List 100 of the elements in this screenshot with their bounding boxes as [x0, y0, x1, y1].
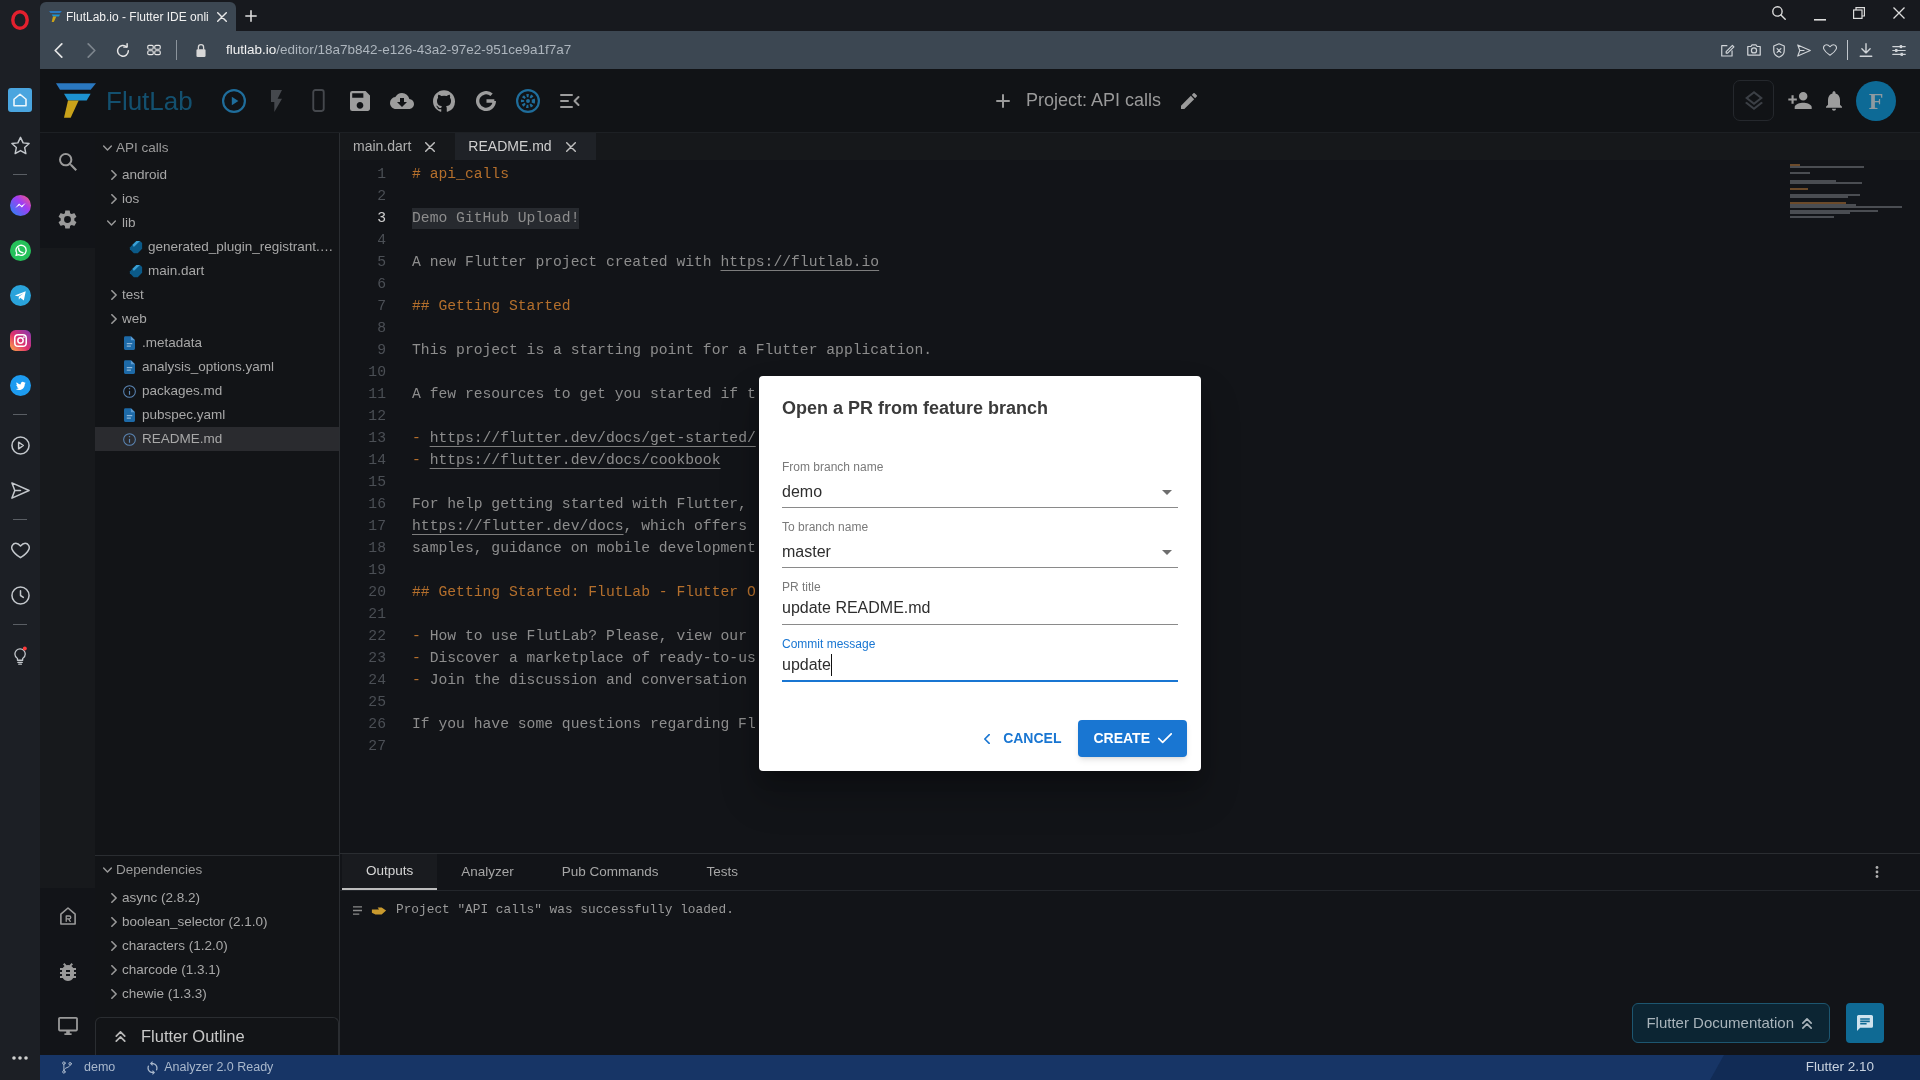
editor-tab[interactable]: main.dart	[340, 133, 456, 160]
send-icon[interactable]	[10, 480, 30, 500]
logo-icon[interactable]	[56, 83, 96, 118]
code-text: A new Flutter project created with	[412, 253, 713, 272]
code-link[interactable]: https://flutter.dev/docs	[412, 515, 624, 538]
file-item[interactable]: .metadata	[95, 331, 339, 355]
line-number: 25	[367, 693, 386, 712]
edit-icon[interactable]	[1721, 43, 1735, 57]
create-button[interactable]: CREATE	[1078, 720, 1187, 757]
pencil-icon[interactable]	[1181, 92, 1198, 109]
run-icon[interactable]	[222, 88, 246, 113]
send-icon[interactable]	[1797, 43, 1811, 57]
cloud-download-icon[interactable]	[390, 92, 414, 109]
ring-logo-icon[interactable]	[11, 10, 29, 30]
phone-bubble-icon[interactable]	[9, 239, 31, 261]
dependency-item[interactable]: charcode (1.3.1)	[95, 958, 339, 982]
more-vertical-icon[interactable]	[1875, 866, 1879, 878]
star-icon[interactable]	[10, 135, 30, 155]
check-icon	[1158, 733, 1172, 744]
chat-icon	[1857, 1015, 1873, 1031]
cancel-button[interactable]: CANCEL	[976, 720, 1070, 757]
code-link[interactable]: https://flutlab.io	[720, 251, 880, 274]
add-icon[interactable]	[996, 93, 1010, 108]
branch-indicator[interactable]: demo	[62, 1058, 116, 1077]
browser-tab[interactable]: FlutLab.io - Flutter IDE onli	[40, 2, 236, 31]
reload-icon[interactable]	[116, 43, 130, 57]
settings-icon[interactable]	[516, 88, 540, 113]
dropdown-field[interactable]: To branch name master	[782, 519, 1178, 568]
heart-icon[interactable]	[10, 540, 30, 560]
dependency-item[interactable]: characters (1.2.0)	[95, 934, 339, 958]
new-tab-icon[interactable]	[245, 9, 257, 22]
camera-app-icon[interactable]	[9, 329, 31, 351]
clock-icon[interactable]	[10, 585, 30, 605]
github-icon[interactable]	[433, 89, 455, 112]
download-icon[interactable]	[1859, 43, 1873, 57]
sliders-icon[interactable]	[1892, 43, 1906, 57]
line-number: 3	[376, 209, 386, 228]
more-icon[interactable]	[12, 1056, 28, 1060]
home-icon[interactable]	[8, 88, 32, 112]
list-marker: -	[412, 649, 422, 668]
code-link[interactable]: https://flutter.dev/docs/cookbook	[429, 449, 721, 472]
chat-bubble-icon[interactable]	[9, 194, 31, 216]
folder-item[interactable]: lib	[95, 211, 339, 235]
panel-tab[interactable]: Tests	[682, 854, 763, 890]
text-field[interactable]: Commit message update	[782, 636, 1178, 682]
bug-icon[interactable]	[59, 963, 76, 981]
file-item[interactable]: main.dart	[95, 259, 339, 283]
close-icon[interactable]	[1893, 7, 1905, 19]
search-icon[interactable]	[58, 153, 77, 171]
editor-tab[interactable]: README.md	[455, 133, 596, 160]
save-icon[interactable]	[350, 90, 370, 111]
close-icon[interactable]	[565, 141, 576, 152]
add-person-icon[interactable]	[1788, 92, 1812, 109]
file-item[interactable]: packages.md	[95, 379, 339, 403]
back-icon[interactable]	[54, 42, 63, 58]
file-item[interactable]: generated_plugin_registrant.…	[95, 235, 339, 259]
restore-icon[interactable]	[1853, 7, 1865, 19]
panel-tab[interactable]: Analyzer	[437, 854, 538, 890]
file-item[interactable]: analysis_options.yaml	[95, 355, 339, 379]
section-header[interactable]: Dependencies	[95, 858, 339, 882]
forward-icon[interactable]	[87, 42, 96, 58]
bird-icon[interactable]	[9, 374, 31, 396]
code-text: For help getting started with Flutter,	[412, 495, 747, 514]
line-number: 27	[367, 737, 386, 756]
text-field[interactable]: PR title update README.md	[782, 579, 1178, 625]
collapse-menu-icon[interactable]	[559, 93, 581, 108]
shield-icon[interactable]	[1773, 42, 1785, 58]
file-item[interactable]: pubspec.yaml	[95, 403, 339, 427]
paper-plane-icon[interactable]	[9, 284, 31, 306]
list-marker: -	[412, 671, 422, 690]
g-logo-icon[interactable]	[476, 90, 496, 111]
dependency-item[interactable]: boolean_selector (2.1.0)	[95, 910, 339, 934]
monitor-icon[interactable]	[57, 1017, 78, 1035]
heart-icon[interactable]	[1823, 44, 1837, 56]
bell-icon[interactable]	[1826, 90, 1842, 111]
dependency-item[interactable]: async (2.8.2)	[95, 886, 339, 910]
play-circle-icon[interactable]	[10, 435, 30, 455]
line-number: 19	[367, 561, 386, 580]
code-link[interactable]: https://flutter.dev/docs/get-started/	[429, 427, 756, 450]
close-icon[interactable]	[425, 141, 436, 152]
folder-item[interactable]: test	[95, 283, 339, 307]
docs-button[interactable]: Flutter Documentation	[1632, 1003, 1830, 1043]
dependency-item[interactable]: chewie (1.3.3)	[95, 982, 339, 1006]
url-text[interactable]: flutlab.io/editor/18a7b842-e126-43a2-97e2-951ce9a1f7a7	[226, 39, 572, 61]
house-icon[interactable]	[59, 907, 76, 925]
chevron-right-icon	[111, 941, 117, 951]
folder-item[interactable]: ios	[95, 187, 339, 211]
camera-icon[interactable]	[1747, 44, 1761, 56]
settings-icon[interactable]	[58, 210, 77, 229]
search-icon[interactable]	[1772, 6, 1786, 20]
folder-item[interactable]: android	[95, 163, 339, 187]
panel-tab[interactable]: Pub Commands	[537, 854, 683, 890]
panel-tab[interactable]: Outputs	[342, 854, 438, 890]
chat-button[interactable]	[1846, 1003, 1884, 1043]
file-item[interactable]: README.md	[95, 427, 339, 451]
list-marker: -	[412, 429, 422, 448]
folder-item[interactable]: web	[95, 307, 339, 331]
section-header[interactable]: API calls	[95, 136, 339, 160]
tab-grid-icon[interactable]	[147, 44, 161, 56]
dropdown-field[interactable]: From branch name demo	[782, 459, 1178, 508]
